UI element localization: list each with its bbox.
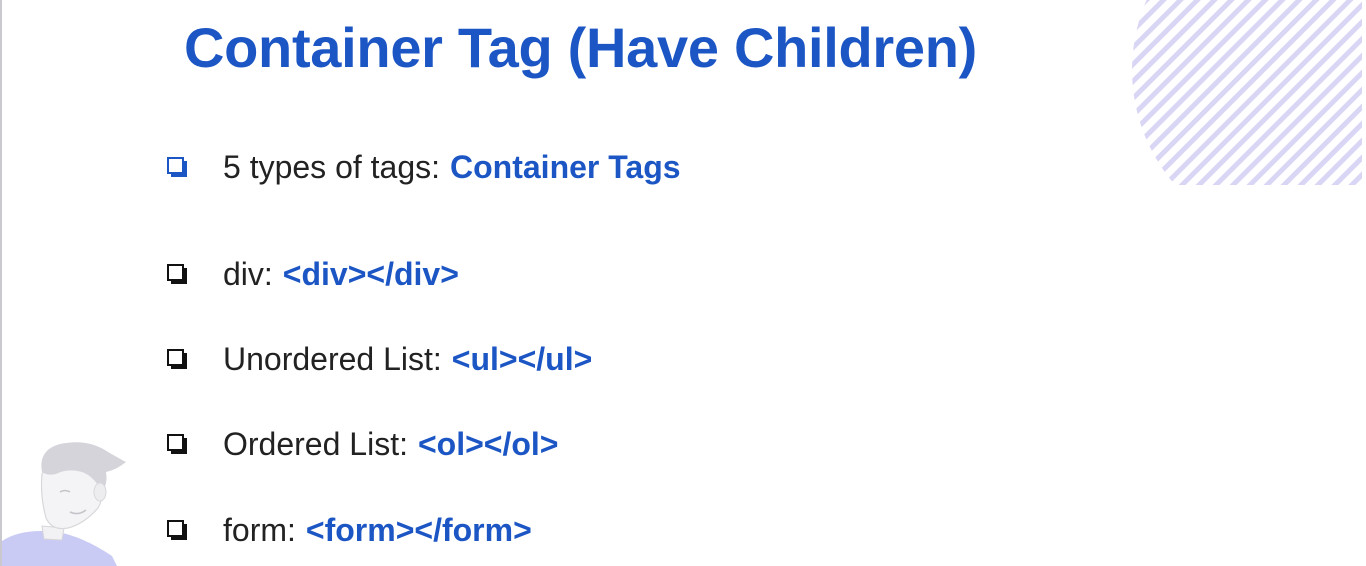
person-illustration (2, 442, 127, 566)
list-item-ordered-list: Ordered List: <ol></ol> (167, 424, 558, 464)
intro-highlight: Container Tags (450, 149, 681, 185)
item-label: Ordered List: (223, 426, 408, 462)
checkbox-bullet-icon (167, 434, 187, 454)
item-code: <div></div> (282, 256, 459, 292)
checkbox-bullet-icon (167, 264, 187, 284)
checkbox-bullet-icon (167, 157, 187, 177)
item-code: <ul></ul> (451, 341, 593, 377)
item-code: <form></form> (305, 512, 532, 548)
list-item-form: form: <form></form> (167, 510, 532, 550)
intro-bullet: 5 types of tags: Container Tags (167, 147, 681, 187)
checkbox-bullet-icon (167, 349, 187, 369)
striped-circle-decoration (1132, 0, 1362, 185)
slide: Container Tag (Have Children) 5 types of… (0, 0, 1366, 566)
item-label: form: (223, 512, 296, 548)
list-item-div: div: <div></div> (167, 254, 459, 294)
intro-label: 5 types of tags: (223, 149, 441, 185)
list-item-unordered-list: Unordered List: <ul></ul> (167, 339, 592, 379)
item-label: div: (223, 256, 273, 292)
slide-title: Container Tag (Have Children) (184, 16, 978, 79)
item-label: Unordered List: (223, 341, 442, 377)
checkbox-bullet-icon (167, 520, 187, 540)
item-code: <ol></ol> (417, 426, 559, 462)
